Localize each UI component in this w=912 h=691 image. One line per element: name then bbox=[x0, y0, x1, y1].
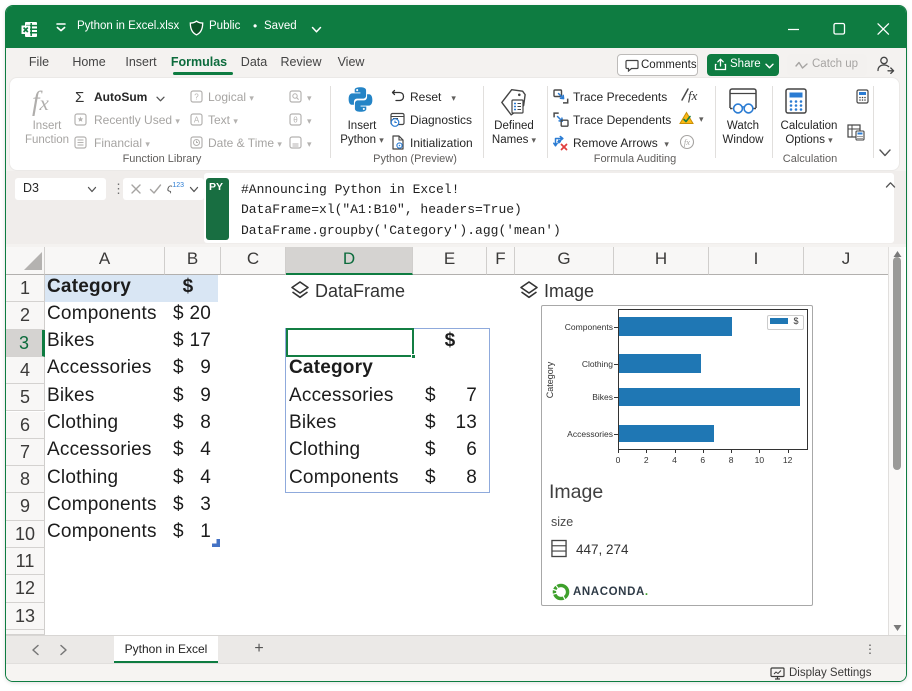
svg-text:?: ? bbox=[194, 93, 199, 102]
svg-text:fx: fx bbox=[688, 88, 698, 103]
svg-text:A: A bbox=[194, 116, 200, 125]
svg-text:fx: fx bbox=[684, 137, 690, 147]
svg-text:θ: θ bbox=[293, 116, 298, 125]
